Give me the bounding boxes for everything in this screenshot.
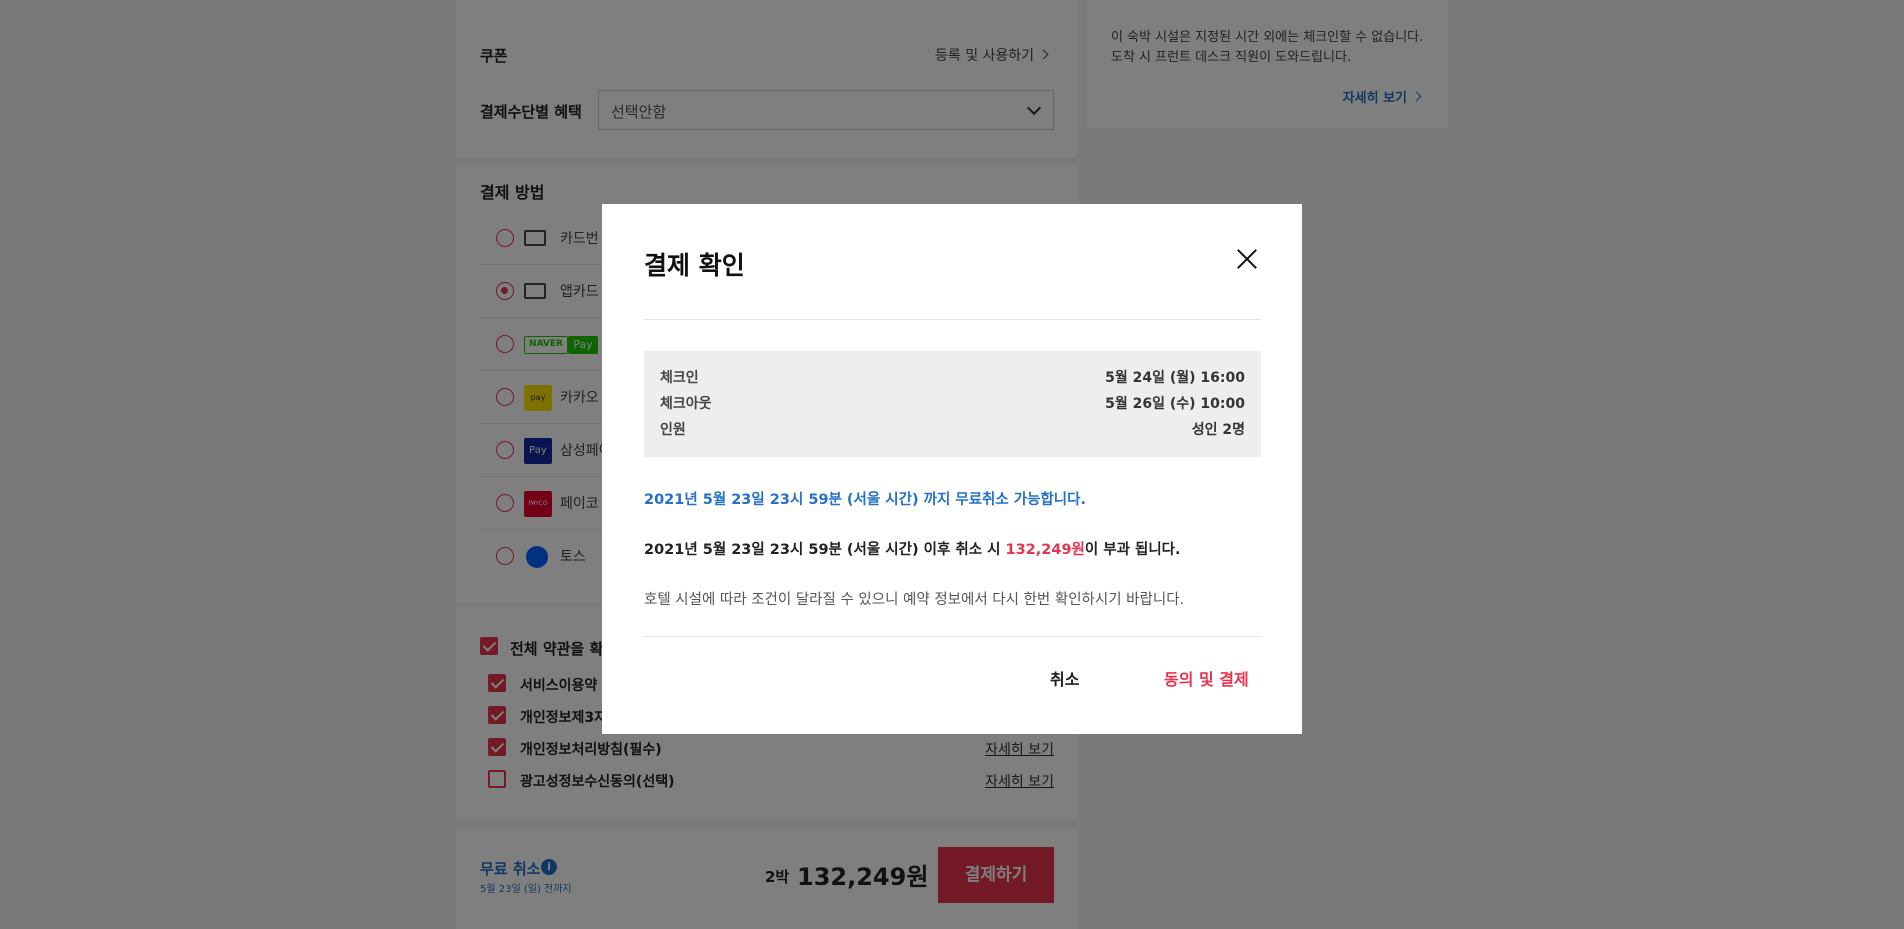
cancel-fee-prefix: 2021년 5월 23일 23시 59분 (서울 시간) 이후 취소 시 bbox=[644, 542, 1006, 558]
checkout-label: 체크아웃 bbox=[660, 396, 712, 412]
agree-and-pay-button[interactable]: 동의 및 결제 bbox=[1164, 666, 1249, 690]
checkin-row: 체크인 5월 24일 (월) 16:00 bbox=[660, 363, 1245, 389]
checkin-value: 5월 24일 (월) 16:00 bbox=[1105, 370, 1245, 386]
checkin-label: 체크인 bbox=[660, 370, 699, 386]
cancel-fee-amount: 132,249원 bbox=[1005, 542, 1085, 558]
checkout-value: 5월 26일 (수) 10:00 bbox=[1105, 396, 1245, 412]
close-icon[interactable] bbox=[1236, 248, 1258, 270]
cancel-button[interactable]: 취소 bbox=[1050, 666, 1079, 690]
payment-confirm-dialog: 결제 확인 체크인 5월 24일 (월) 16:00 체크아웃 5월 26일 (… bbox=[602, 204, 1302, 734]
free-cancel-notice: 2021년 5월 23일 23시 59분 (서울 시간) 까지 무료취소 가능합… bbox=[644, 492, 1086, 508]
divider bbox=[644, 636, 1261, 637]
checkout-row: 체크아웃 5월 26일 (수) 10:00 bbox=[660, 389, 1245, 415]
guests-value: 성인 2명 bbox=[1191, 422, 1245, 438]
guests-label: 인원 bbox=[660, 422, 686, 438]
cancel-fee-notice: 2021년 5월 23일 23시 59분 (서울 시간) 이후 취소 시 132… bbox=[644, 538, 1181, 559]
guests-row: 인원 성인 2명 bbox=[660, 415, 1245, 441]
booking-summary: 체크인 5월 24일 (월) 16:00 체크아웃 5월 26일 (수) 10:… bbox=[644, 351, 1261, 457]
dialog-title: 결제 확인 bbox=[644, 251, 745, 280]
cancel-fee-suffix: 이 부과 됩니다. bbox=[1084, 542, 1181, 558]
divider bbox=[644, 319, 1261, 320]
hotel-policy-note: 호텔 시설에 따라 조건이 달라질 수 있으니 예약 정보에서 다시 한번 확인… bbox=[644, 592, 1185, 608]
